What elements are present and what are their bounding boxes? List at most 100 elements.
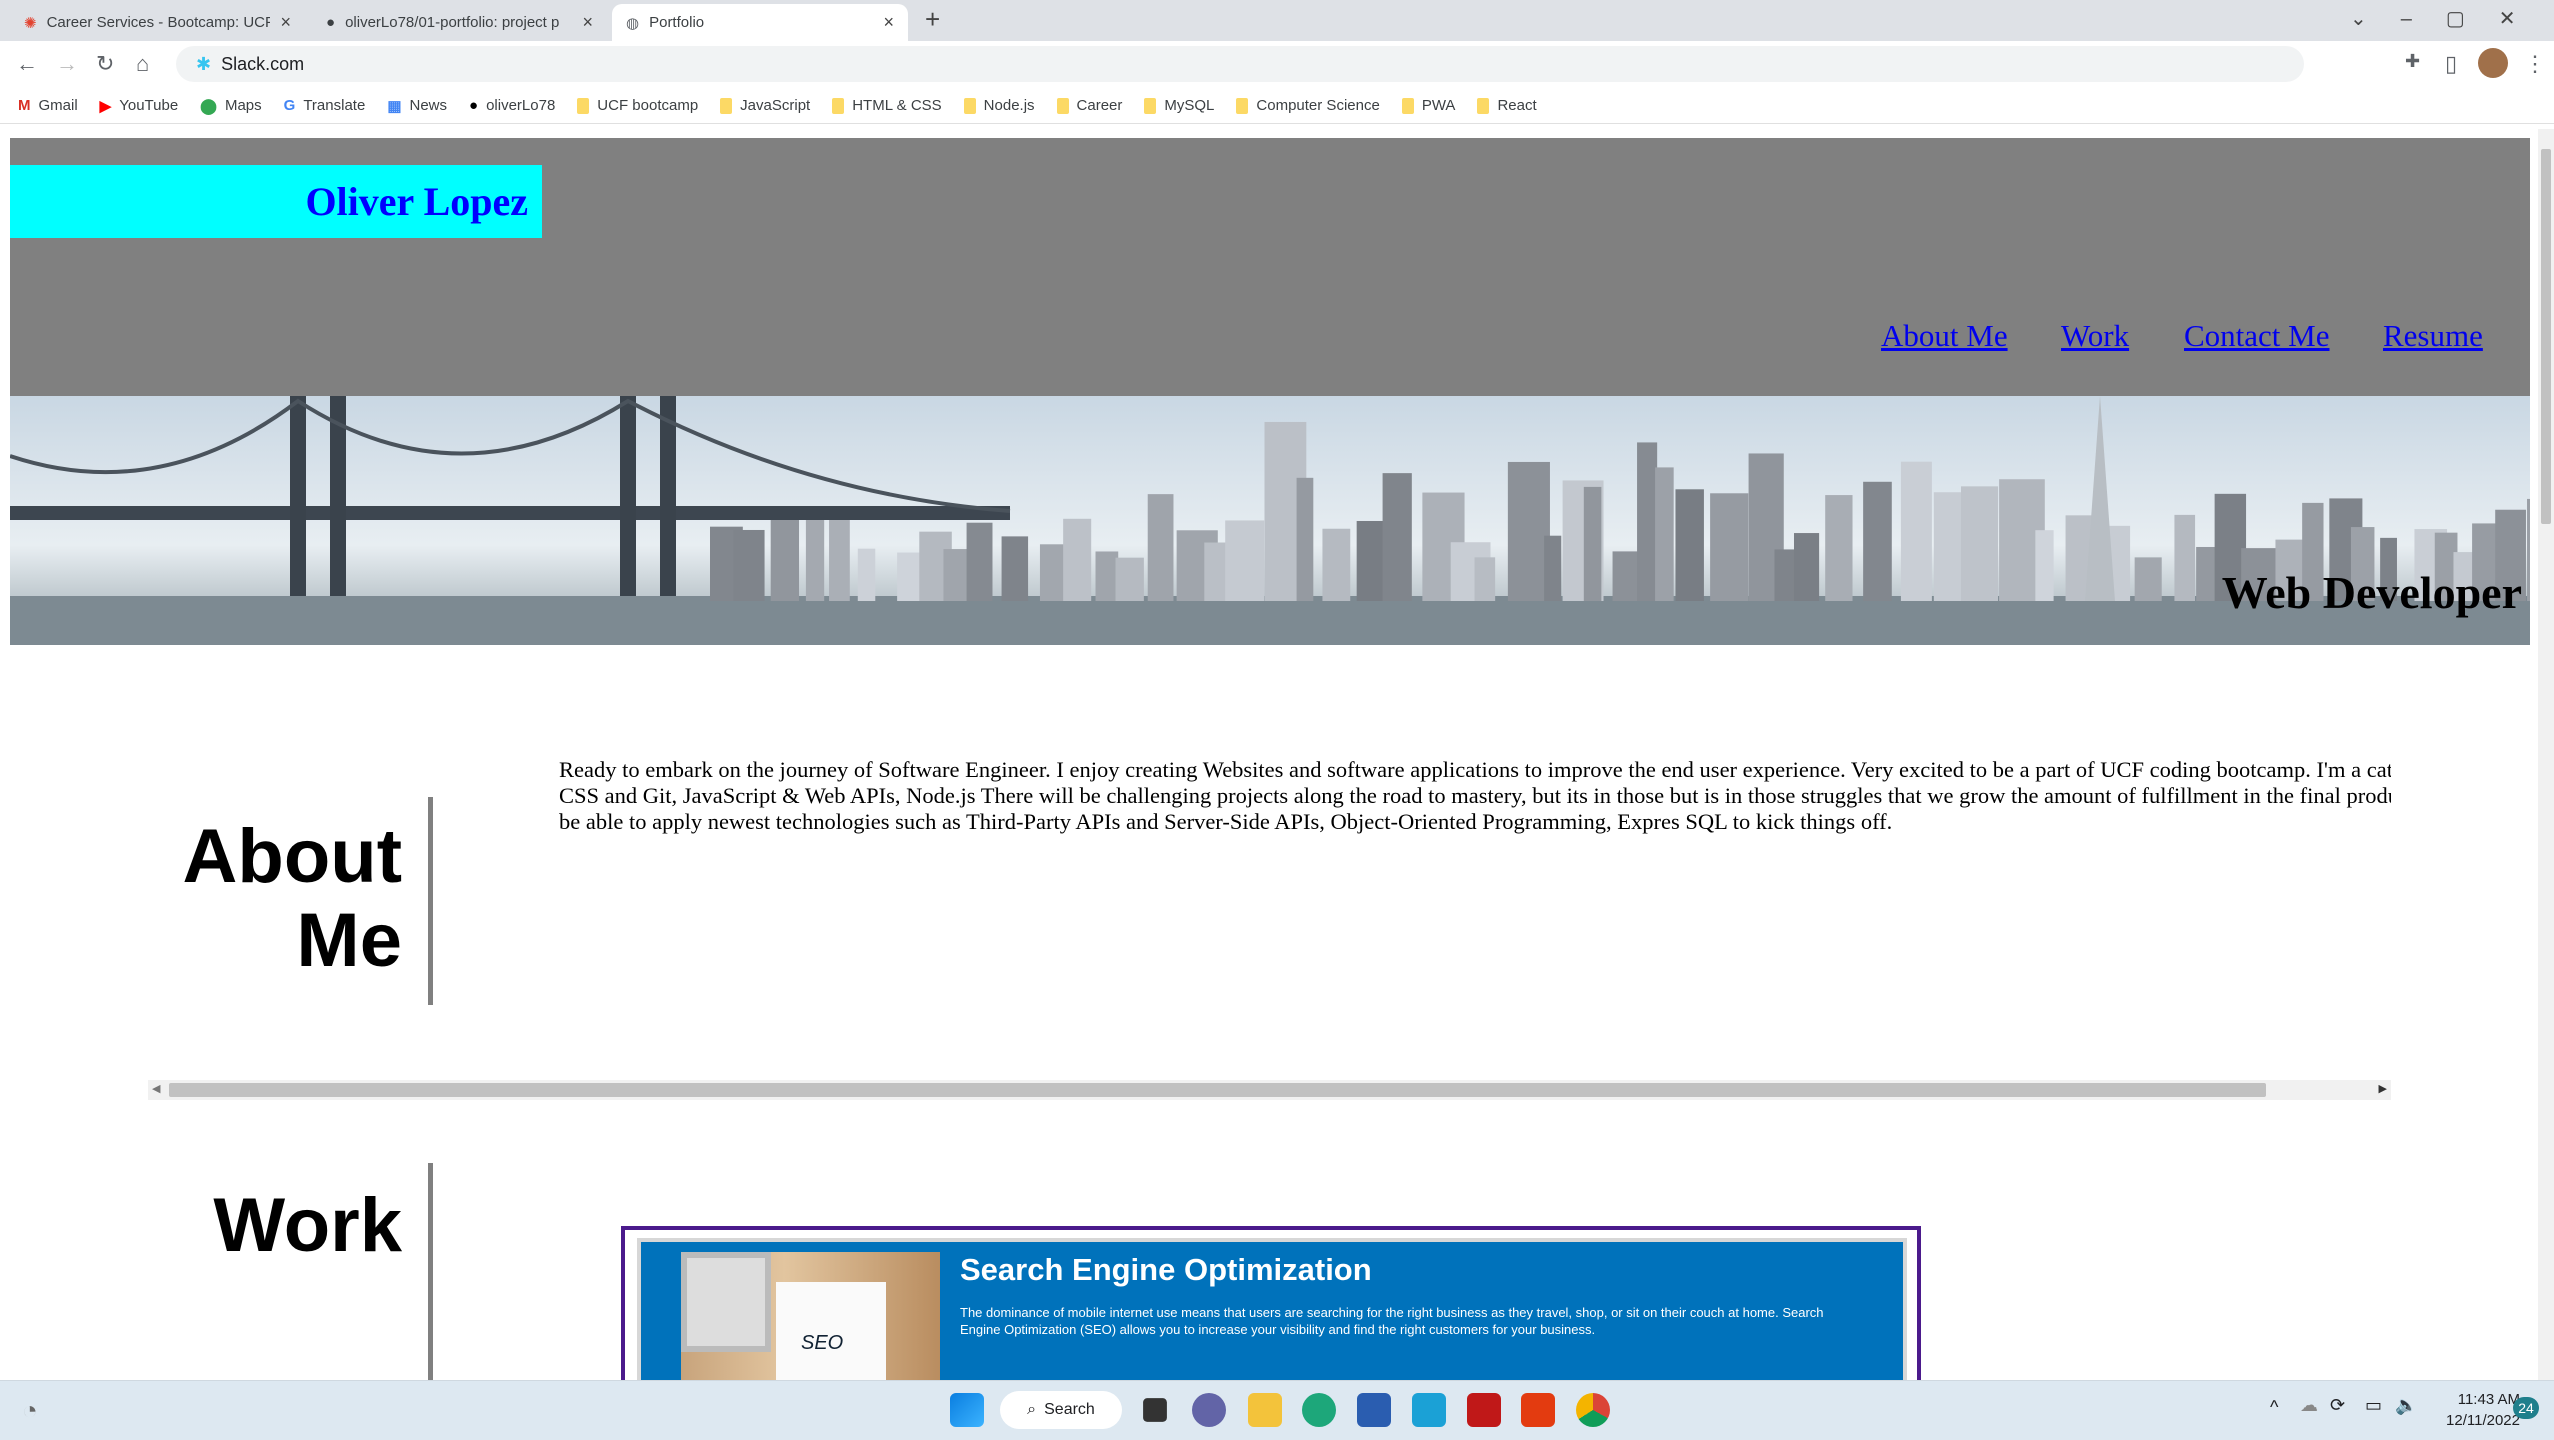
start-icon[interactable] <box>950 1393 984 1427</box>
store-icon[interactable] <box>1357 1393 1391 1427</box>
home-icon[interactable]: ⌂ <box>136 51 149 77</box>
project-card-seo[interactable]: SEO Search Engine Optimization The domin… <box>621 1226 1921 1380</box>
date: 12/11/2022 <box>2446 1412 2520 1429</box>
office-icon[interactable] <box>1521 1393 1555 1427</box>
site-header: Oliver Lopez About Me Work Contact Me Re… <box>10 138 2530 396</box>
new-tab-button[interactable]: + <box>925 4 940 35</box>
chrome-icon[interactable] <box>1576 1393 1610 1427</box>
bridge-tower <box>620 396 636 596</box>
folder-icon <box>720 97 733 114</box>
building <box>1900 461 1932 601</box>
bookmark-maps[interactable]: ⬤ Maps <box>200 97 261 115</box>
close-tab-icon[interactable]: × <box>582 12 593 33</box>
nav-work[interactable]: Work <box>2061 318 2129 354</box>
folder-icon <box>1056 97 1069 114</box>
reload-icon[interactable]: ↻ <box>96 51 114 77</box>
bookmark-youtube[interactable]: ▶ YouTube <box>100 97 179 115</box>
building <box>2527 498 2530 601</box>
building <box>1001 536 1029 601</box>
widgets-icon[interactable]: ◔ <box>22 1395 38 1426</box>
task-view-icon[interactable] <box>1143 1398 1167 1422</box>
bookmark-news[interactable]: ▦ News <box>387 97 447 115</box>
side-panel-icon[interactable]: ▯ <box>2445 51 2457 77</box>
bookmark-html-css[interactable]: HTML & CSS <box>832 97 942 114</box>
taskbar-search[interactable]: ⌕ Search <box>1000 1391 1122 1429</box>
window-controls[interactable]: ⌄–▢✕ <box>2350 6 2550 31</box>
tray-chevron-icon[interactable]: ^ <box>2270 1397 2278 1418</box>
bookmarks-bar: M Gmail ▶ YouTube ⬤ Maps G Translate ▦ News ● olive… <box>0 88 2554 124</box>
card-title: Search Engine Optimization <box>960 1252 1372 1287</box>
network-icon[interactable]: ▭ <box>2365 1395 2382 1416</box>
extensions-icon[interactable]: ✚ <box>2405 51 2420 72</box>
bookmark-mysql[interactable]: MySQL <box>1144 97 1214 114</box>
file-explorer-icon[interactable] <box>1248 1393 1282 1427</box>
tab-career-services[interactable]: ✺ Career Services - Bootcamp: UCF × <box>10 4 305 41</box>
time: 11:43 AM <box>2457 1391 2520 1408</box>
bookmark-computer-science[interactable]: Computer Science <box>1236 97 1380 114</box>
horizontal-scrollbar[interactable]: ◀ ▶ <box>148 1080 2391 1100</box>
bookmark-label: Computer Science <box>1256 97 1380 114</box>
building <box>1710 493 1749 601</box>
scrollbar-thumb[interactable] <box>2541 149 2551 524</box>
building <box>1612 551 1640 601</box>
github-icon: ● <box>326 14 336 31</box>
page-viewport: Oliver Lopez About Me Work Contact Me Re… <box>0 129 2538 1380</box>
bookmark-label: React <box>1497 97 1537 114</box>
address-bar[interactable]: ✱ Slack.com <box>176 46 2304 82</box>
close-tab-icon[interactable]: × <box>280 12 291 33</box>
building <box>1863 481 1892 601</box>
toolbar: ← → ↻ ⌂ ✱ Slack.com ✚ ▯ ⋮ <box>0 41 2554 88</box>
bookmark-translate[interactable]: G Translate <box>284 97 366 114</box>
tab-github[interactable]: ● oliverLo78/01-portfolio: project p × <box>312 4 607 41</box>
about-heading-line: Me <box>296 897 402 983</box>
building <box>1960 486 1999 601</box>
bookmark-node-js[interactable]: Node.js <box>963 97 1035 114</box>
about-text: Ready to embark on the journey of Softwa… <box>559 757 2391 834</box>
bookmark-ucf-bootcamp[interactable]: UCF bootcamp <box>577 97 698 114</box>
volume-icon[interactable]: 🔈 <box>2395 1395 2417 1416</box>
avatar[interactable] <box>2478 48 2508 78</box>
notebook-shape <box>776 1282 886 1380</box>
translate-icon: G <box>283 97 296 114</box>
nav-about-me[interactable]: About Me <box>1881 318 2008 354</box>
back-icon[interactable]: ← <box>16 51 38 77</box>
scrollbar-thumb[interactable] <box>169 1083 2266 1097</box>
menu-icon[interactable]: ⋮ <box>2524 51 2546 77</box>
bookmark-label: Career <box>1076 97 1123 114</box>
vertical-scrollbar[interactable] <box>2538 129 2554 1380</box>
building <box>1544 535 1562 601</box>
scroll-left-icon[interactable]: ◀ <box>152 1082 160 1095</box>
building <box>1382 473 1412 601</box>
mcafee-icon[interactable] <box>1467 1393 1501 1427</box>
nav-contact-me[interactable]: Contact Me <box>2184 318 2330 354</box>
water <box>10 596 2530 645</box>
nav-resume[interactable]: Resume <box>2383 318 2483 354</box>
onedrive-error-icon[interactable]: ☁ <box>2300 1395 2318 1416</box>
sync-icon[interactable]: ⟳ <box>2330 1395 2345 1416</box>
clock[interactable]: 11:43 AM 12/11/2022 <box>2430 1389 2520 1431</box>
bookmark-javascript[interactable]: JavaScript <box>720 97 810 114</box>
hero-banner: Web Developer <box>10 396 2530 645</box>
building <box>1655 467 1674 601</box>
bookmark-react[interactable]: React <box>1477 97 1537 114</box>
edge-icon[interactable] <box>1302 1393 1336 1427</box>
building <box>1322 528 1351 601</box>
app-l-icon[interactable] <box>1412 1393 1446 1427</box>
github-icon: ● <box>469 97 479 114</box>
tab-portfolio[interactable]: ◍ Portfolio × <box>612 4 908 41</box>
forward-icon[interactable]: → <box>56 51 78 77</box>
close-tab-icon[interactable]: × <box>883 12 894 33</box>
bookmark-oliverlo78[interactable]: ● oliverLo78 <box>469 97 555 114</box>
bookmark-career[interactable]: Career <box>1056 97 1123 114</box>
bookmark-pwa[interactable]: PWA <box>1401 97 1455 114</box>
slack-icon: ✱ <box>196 53 212 74</box>
notification-badge[interactable]: 24 <box>2513 1397 2539 1419</box>
bookmark-label: UCF bootcamp <box>597 97 699 114</box>
tower <box>2085 396 2115 601</box>
teams-icon[interactable] <box>1192 1393 1226 1427</box>
canvas-icon: ✺ <box>24 14 37 32</box>
building <box>1225 520 1265 601</box>
scroll-right-icon[interactable]: ▶ <box>2379 1082 2387 1095</box>
news-icon: ▦ <box>387 97 402 115</box>
bookmark-gmail[interactable]: M Gmail <box>18 97 78 114</box>
